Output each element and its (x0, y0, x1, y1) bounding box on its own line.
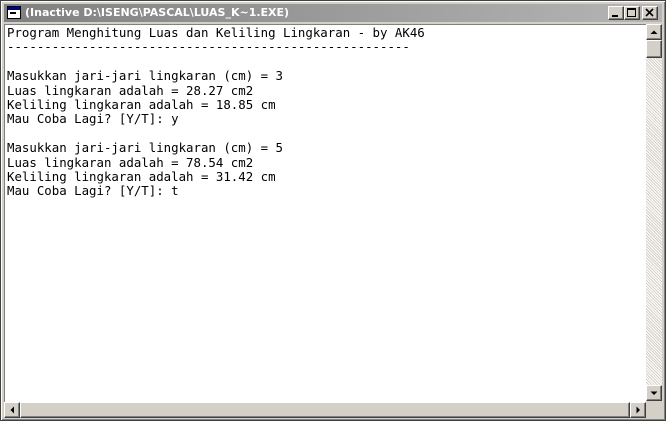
maximize-button[interactable] (624, 6, 640, 20)
console-line: Mau Coba Lagi? [Y/T]: t (7, 183, 179, 199)
close-icon (645, 8, 654, 17)
console-line: Masukkan jari-jari lingkaran (cm) = 3 (7, 68, 284, 84)
console-line: ----------------------------------------… (7, 39, 410, 55)
size-grip (646, 402, 662, 418)
scroll-down-button[interactable] (646, 385, 662, 401)
console-line: Masukkan jari-jari lingkaran (cm) = 5 (7, 140, 284, 156)
close-button[interactable] (642, 6, 658, 20)
console-icon[interactable] (7, 6, 21, 19)
console-line: Keliling lingkaran adalah = 18.85 cm (7, 96, 276, 112)
console-output[interactable]: Program Menghitung Luas dan Keliling Lin… (4, 24, 646, 402)
title-bar[interactable]: (Inactive D:\ISENG\PASCAL\LUAS_K~1.EXE) (4, 4, 662, 22)
horizontal-scrollbar[interactable] (4, 402, 646, 418)
scroll-right-button[interactable] (630, 402, 646, 418)
scroll-up-button[interactable] (646, 24, 662, 40)
console-line: Mau Coba Lagi? [Y/T]: y (7, 111, 179, 127)
console-text: Program Menghitung Luas dan Keliling Lin… (7, 25, 425, 199)
scroll-left-button[interactable] (4, 402, 20, 418)
vertical-scrollbar[interactable] (646, 24, 662, 401)
horizontal-scroll-thumb[interactable] (20, 402, 630, 418)
maximize-icon (627, 8, 636, 17)
console-line: Luas lingkaran adalah = 78.54 cm2 (7, 154, 254, 170)
console-window: (Inactive D:\ISENG\PASCAL\LUAS_K~1.EXE) … (0, 0, 666, 421)
arrow-up-icon (650, 30, 658, 34)
arrow-down-icon (650, 391, 658, 395)
console-line: Keliling lingkaran adalah = 31.42 cm (7, 168, 276, 184)
console-line: Program Menghitung Luas dan Keliling Lin… (7, 25, 425, 40)
window-title: (Inactive D:\ISENG\PASCAL\LUAS_K~1.EXE) (25, 6, 290, 19)
vertical-scroll-thumb[interactable] (646, 40, 662, 58)
minimize-button[interactable] (608, 6, 624, 20)
minimize-icon (612, 15, 618, 17)
arrow-right-icon (636, 406, 640, 414)
console-line: Luas lingkaran adalah = 28.27 cm2 (7, 82, 254, 98)
arrow-left-icon (10, 406, 14, 414)
